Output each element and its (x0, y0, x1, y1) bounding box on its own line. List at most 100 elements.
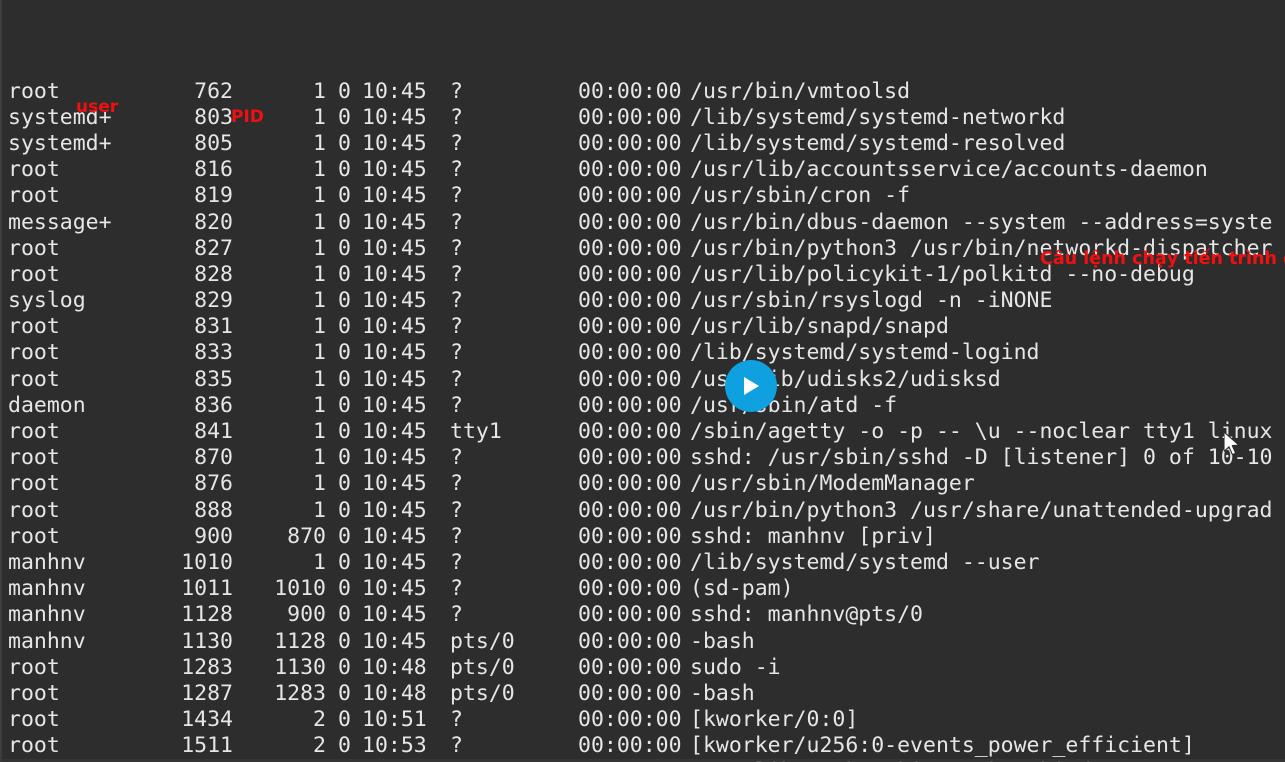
process-cmd: sshd: manhnv@pts/0 (690, 602, 923, 628)
process-tty: ? (450, 523, 463, 549)
process-cmd: (sd-pam) (690, 576, 794, 602)
process-time: 00:00:00 (578, 576, 682, 602)
process-stime: 10:45 (362, 445, 427, 471)
process-time: 00:00:00 (578, 78, 682, 104)
process-tty: ? (450, 104, 463, 130)
process-tty: ? (450, 602, 463, 628)
process-uid: root (8, 261, 60, 287)
window-left-edge (0, 0, 2, 762)
process-uid: root (8, 419, 60, 445)
process-c: 0 (338, 104, 351, 130)
process-pid: 833 (194, 340, 233, 366)
process-cmd: /usr/lib/accountsservice/accounts-daemon (690, 157, 1208, 183)
process-cmd: /usr/sbin/cron -f (690, 183, 911, 209)
process-c: 0 (338, 183, 351, 209)
process-uid: syslog (8, 288, 86, 314)
process-row: manhnv 1011 1010 0 10:45? 00:00:00 (sd-pam) (0, 576, 1285, 602)
process-tty: tty1 (450, 419, 502, 445)
process-tty: ? (450, 366, 463, 392)
process-row: message+ 820 1 0 10:45? 00:00:00/usr/bin/dbus… (0, 210, 1285, 236)
process-time: 00:00:00 (578, 392, 682, 418)
process-row: root 831 1 0 10:45? 00:00:00/usr/lib/snapd/sn… (0, 314, 1285, 340)
process-time: 00:00:00 (578, 654, 682, 680)
process-cmd: sudo -i (690, 654, 781, 680)
process-c: 0 (338, 261, 351, 287)
process-c: 0 (338, 209, 351, 235)
process-pid: 835 (194, 366, 233, 392)
process-stime: 10:45 (362, 602, 427, 628)
process-stime: 10:45 (362, 261, 427, 287)
process-cmd: /usr/sbin/rsyslogd -n -iNONE (690, 288, 1053, 314)
process-pid: 1130 (181, 628, 233, 654)
process-pid: 816 (194, 157, 233, 183)
process-uid: root (8, 654, 60, 680)
process-ppid: 2 (313, 733, 326, 759)
process-c: 0 (338, 471, 351, 497)
process-pid: 805 (194, 130, 233, 156)
terminal-screen: root 762 1 0 10:45? 00:00:00/usr/bin/vmtoolsd… (0, 0, 1285, 762)
process-time: 00:00:00 (578, 104, 682, 130)
process-stime: 10:45 (362, 523, 427, 549)
process-c: 0 (338, 392, 351, 418)
process-row: systemd+ 805 1 0 10:45? 00:00:00/lib/systemd/… (0, 131, 1285, 157)
process-c: 0 (338, 78, 351, 104)
process-c: 0 (338, 602, 351, 628)
process-uid: root (8, 78, 60, 104)
process-time: 00:00:00 (578, 261, 682, 287)
terminal-output[interactable]: root 762 1 0 10:45? 00:00:00/usr/bin/vmtoolsd… (0, 0, 1285, 762)
process-pid: 836 (194, 392, 233, 418)
process-time: 00:00:00 (578, 235, 682, 261)
process-ppid: 1 (313, 261, 326, 287)
process-c: 0 (338, 235, 351, 261)
process-c: 0 (338, 523, 351, 549)
process-stime: 10:45 (362, 288, 427, 314)
process-c: 0 (338, 707, 351, 733)
process-ppid: 1 (313, 183, 326, 209)
process-row: root 900 870 0 10:45? 00:00:00 sshd: manhnv [p… (0, 524, 1285, 550)
process-ppid: 1 (313, 314, 326, 340)
process-time: 00:00:00 (578, 628, 682, 654)
process-uid: daemon (8, 392, 86, 418)
process-cmd: /usr/sbin/ModemManager (690, 471, 975, 497)
process-cmd: /usr/bin/dbus-daemon --system --address=… (690, 209, 1273, 235)
process-row: root 833 1 0 10:45? 00:00:00/lib/systemd/syst… (0, 340, 1285, 366)
annotation-user-label: user (76, 97, 119, 117)
process-ppid: 1 (313, 235, 326, 261)
process-stime: 10:45 (362, 235, 427, 261)
process-time: 00:00:00 (578, 419, 682, 445)
process-pid: 870 (194, 445, 233, 471)
process-stime: 10:51 (362, 707, 427, 733)
process-ppid: 1 (313, 78, 326, 104)
process-uid: manhnv (8, 549, 86, 575)
process-tty: ? (450, 288, 463, 314)
play-button[interactable] (725, 360, 777, 412)
process-row: root 1287 1283 0 10:48 pts/0 00:00:00 -bash (0, 681, 1285, 707)
process-time: 00:00:00 (578, 183, 682, 209)
process-c: 0 (338, 130, 351, 156)
process-time: 00:00:00 (578, 549, 682, 575)
process-stime: 10:45 (362, 78, 427, 104)
process-pid: 1011 (181, 576, 233, 602)
process-cmd: /usr/bin/vmtoolsd (690, 78, 911, 104)
process-cmd: /usr/lib/snapd/snapd (690, 314, 949, 340)
process-row: root 876 1 0 10:45? 00:00:00/usr/sbin/ModemMa… (0, 471, 1285, 497)
process-cmd: sshd: /usr/sbin/sshd -D [listener] 0 of … (690, 445, 1273, 471)
process-cmd: /lib/systemd/systemd-networkd (690, 104, 1066, 130)
process-tty: ? (450, 183, 463, 209)
annotation-command-label: Câu lệnh chạy tiến trình đó (1040, 249, 1285, 269)
process-tty: ? (450, 471, 463, 497)
process-stime: 10:45 (362, 366, 427, 392)
process-tty: ? (450, 314, 463, 340)
process-tty: pts/0 (450, 654, 515, 680)
process-ppid: 1 (313, 130, 326, 156)
process-cmd: -bash (690, 628, 755, 654)
process-cmd: /sbin/agetty -o -p -- \u --noclear tty1 … (690, 419, 1273, 445)
process-uid: manhnv (8, 628, 86, 654)
process-uid: root (8, 183, 60, 209)
process-cmd: sshd: manhnv [priv] (690, 523, 936, 549)
process-tty: pts/0 (450, 628, 515, 654)
process-stime: 10:48 (362, 680, 427, 706)
process-ppid: 1 (313, 340, 326, 366)
process-c: 0 (338, 366, 351, 392)
process-uid: root (8, 733, 60, 759)
